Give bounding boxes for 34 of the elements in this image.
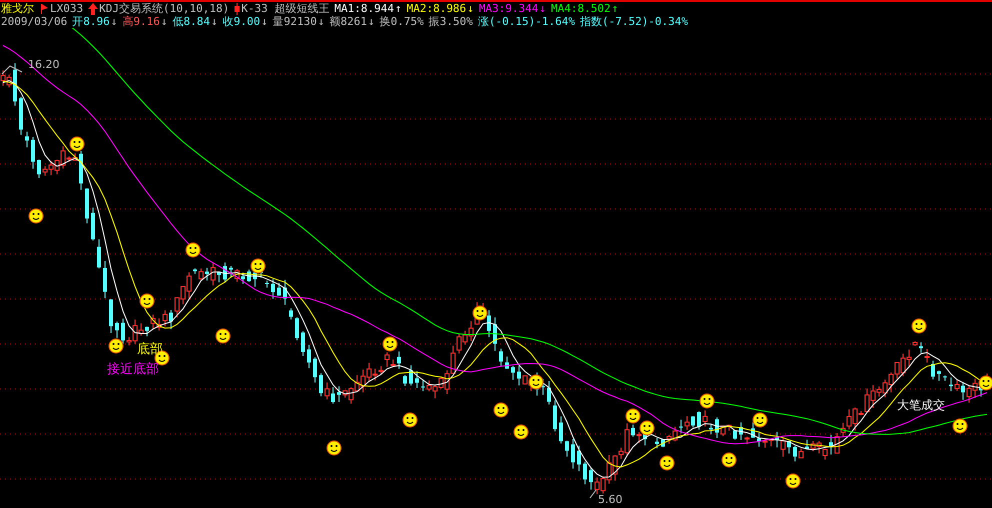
quote-field: 收9.00 xyxy=(222,15,260,28)
price-label: 5.60 xyxy=(598,493,622,506)
quote-field: 高9.16 xyxy=(122,15,160,28)
price-label: 16.20 xyxy=(28,58,60,71)
trend-arrow: ↓ xyxy=(160,15,168,28)
quote-field: 额8261 xyxy=(329,15,367,28)
trend-arrow: ↑ xyxy=(394,2,402,15)
trend-arrow: ↓ xyxy=(110,15,118,28)
trend-arrow: ↓ xyxy=(368,15,375,28)
indicator-label: KDJ交易系统(10,10,18) xyxy=(99,2,230,15)
quote-field: 量92130 xyxy=(272,15,317,28)
quote-field: 指数(-7.52)-0.34% xyxy=(580,15,688,28)
trend-arrow: ↓ xyxy=(210,15,218,28)
annotation-label: 接近底部 xyxy=(107,361,159,378)
moving-average-value: MA4:8.502 xyxy=(551,2,611,15)
annotation-label: 大笔成交 xyxy=(897,397,945,414)
moving-average-value: MA3:9.344 xyxy=(478,2,538,15)
date-label: 2009/03/06 xyxy=(1,15,68,28)
moving-average-value: MA1:8.944 xyxy=(334,2,394,15)
indicator-label: K-33 超级短线王 xyxy=(241,2,330,15)
indicator-label: LX033 xyxy=(50,2,84,15)
quote-field: 振3.50% xyxy=(428,15,473,28)
quote-field: 换0.75% xyxy=(380,15,424,28)
stock-name: 雅戈尔 xyxy=(1,2,34,15)
quote-field: 低8.84 xyxy=(172,15,210,28)
trend-arrow: ↓ xyxy=(539,2,546,15)
trend-arrow: ↓ xyxy=(261,15,268,28)
trend-arrow: ↓ xyxy=(318,15,324,28)
quote-field: 开8.96 xyxy=(72,15,110,28)
trend-arrow: ↓ xyxy=(467,2,474,15)
annotation-label: 底部 xyxy=(137,341,163,358)
moving-average-value: MA2:8.986 xyxy=(406,2,466,15)
quote-field: 涨(-0.15)-1.64% xyxy=(478,15,575,28)
trend-arrow: ↑ xyxy=(612,2,618,15)
